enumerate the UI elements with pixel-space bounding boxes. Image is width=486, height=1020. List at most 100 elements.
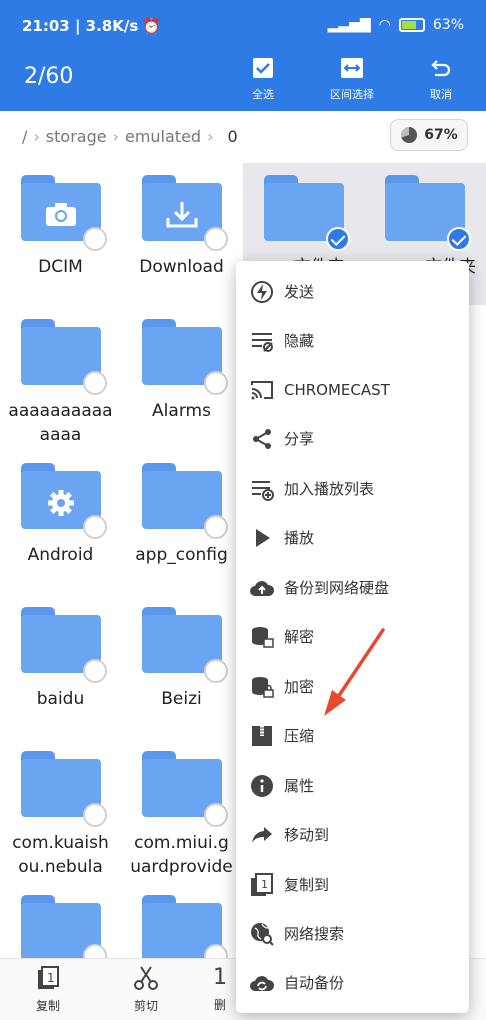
checkbox-icon (253, 58, 273, 78)
delete-button[interactable]: 1 删 (200, 965, 240, 1013)
menu-item-label: 播放 (284, 529, 315, 547)
menu-item-encrypt[interactable]: 加密 (236, 662, 469, 711)
folder-icon (20, 607, 107, 683)
select-checkbox[interactable] (203, 515, 228, 539)
menu-item-label: 备份到网络硬盘 (284, 579, 390, 597)
menu-item-label: CHROMECAST (284, 380, 390, 399)
cut-label: 剪切 (133, 999, 158, 1013)
folder-item[interactable]: Beizi (121, 595, 242, 739)
menu-item-move-to[interactable]: 移动到 (236, 810, 469, 859)
menu-item-send[interactable]: 发送 (236, 267, 469, 316)
copy-button[interactable]: 1 复制 (8, 965, 88, 1014)
select-checkbox[interactable] (82, 371, 107, 395)
select-checkbox[interactable] (203, 944, 228, 958)
folder-icon (263, 175, 350, 251)
menu-item-share[interactable]: 分享 (236, 414, 469, 463)
wifi-icon: ◠ (378, 17, 391, 33)
folder-item[interactable]: com.miui.g uardprovide (121, 739, 242, 883)
folder-icon (141, 607, 228, 683)
menu-item-add-playlist[interactable]: 加入播放列表 (236, 464, 469, 513)
select-all-button[interactable]: 全选 (223, 52, 303, 104)
status-right: ▂▃▅▇ ◠ 63% (328, 17, 464, 33)
cut-button[interactable]: 剪切 (106, 965, 186, 1014)
menu-item-decrypt[interactable]: 解密 (236, 612, 469, 661)
undo-icon (431, 60, 451, 77)
folder-name: baidu (36, 689, 85, 709)
menu-item-label: 压缩 (284, 727, 315, 745)
forward-arrow-icon (248, 821, 276, 849)
folder-item[interactable]: Download (121, 163, 242, 307)
folder-name: com.miui.g uardprovide (130, 833, 233, 877)
range-select-button[interactable]: 区间选择 (312, 52, 392, 104)
breadcrumb-item[interactable]: storage (46, 127, 107, 146)
folder-name: com.kuaish ou.nebula (12, 833, 109, 877)
folder-icon (141, 319, 228, 395)
svg-text:1: 1 (47, 971, 55, 985)
menu-item-play[interactable]: 播放 (236, 513, 469, 562)
copy-icon: 1 (248, 871, 276, 899)
menu-item-auto-backup[interactable]: 自动备份 (236, 958, 469, 1007)
menu-item-compress[interactable]: 压缩 (236, 711, 469, 760)
select-checkbox-checked[interactable] (446, 227, 471, 251)
breadcrumb: / › storage › emulated › 0 (22, 127, 238, 146)
folder-name: Android (27, 545, 94, 565)
folder-name: aaaaaaaaaa aaaa (8, 401, 113, 445)
folder-item[interactable]: app_config (121, 451, 242, 595)
cloud-sync-icon (248, 969, 276, 997)
folder-item[interactable] (0, 883, 121, 958)
delete-icon: 1 (213, 965, 227, 990)
select-checkbox[interactable] (82, 227, 107, 251)
menu-item-chromecast[interactable]: CHROMECAST (236, 365, 469, 414)
menu-item-label: 隐藏 (284, 332, 315, 350)
folder-item[interactable]: Android (0, 451, 121, 595)
menu-item-label: 加入播放列表 (284, 480, 375, 498)
storage-usage-badge[interactable]: 67% (390, 119, 468, 151)
folder-icon (20, 319, 107, 395)
breadcrumb-item[interactable]: emulated (125, 127, 201, 146)
range-select-icon (341, 58, 363, 78)
folder-name: Alarms (152, 401, 211, 421)
archive-icon (248, 722, 276, 750)
delete-label: 删 (213, 998, 226, 1012)
cancel-button[interactable]: 取消 (401, 52, 481, 104)
chevron-right-icon: › (112, 127, 119, 146)
signal-icon: ▂▃▅▇ (327, 17, 371, 33)
folder-icon (20, 175, 107, 251)
select-checkbox[interactable] (203, 227, 228, 251)
select-checkbox[interactable] (203, 371, 228, 395)
folder-item[interactable]: Alarms (121, 307, 242, 451)
range-select-label: 区间选择 (330, 88, 374, 101)
battery-icon (398, 18, 425, 32)
folder-name: Beizi (161, 689, 202, 709)
select-checkbox[interactable] (82, 659, 107, 683)
menu-item-cloud-backup[interactable]: 备份到网络硬盘 (236, 563, 469, 612)
menu-item-properties[interactable]: 属性 (236, 761, 469, 810)
select-checkbox[interactable] (203, 659, 228, 683)
folder-item[interactable]: aaaaaaaaaa aaaa (0, 307, 121, 451)
menu-item-hide[interactable]: 隐藏 (236, 316, 469, 365)
status-time-speed: 21:03 | 3.8K/s (22, 17, 139, 35)
folder-item[interactable]: DCIM (0, 163, 121, 307)
folder-item[interactable]: com.kuaish ou.nebula (0, 739, 121, 883)
status-bar: 21:03 | 3.8K/s ⏰ ▂▃▅▇ ◠ 63% (0, 0, 486, 52)
folder-name: DCIM (38, 257, 83, 277)
folder-icon (141, 895, 228, 958)
select-checkbox[interactable] (82, 515, 107, 539)
hide-icon (248, 327, 276, 355)
folder-item[interactable] (121, 883, 242, 958)
select-checkbox[interactable] (82, 803, 107, 827)
breadcrumb-current[interactable]: 0 (227, 127, 237, 146)
share-icon (248, 425, 276, 453)
folder-name: app_config (135, 545, 228, 565)
menu-item-web-search[interactable]: 网络搜索 (236, 909, 469, 958)
menu-item-copy-to[interactable]: 1 复制到 (236, 860, 469, 909)
menu-item-label: 移动到 (284, 826, 330, 844)
select-checkbox[interactable] (203, 803, 228, 827)
info-icon (248, 772, 276, 800)
menu-item-label: 解密 (284, 628, 315, 646)
select-checkbox[interactable] (82, 944, 107, 958)
folder-item[interactable]: baidu (0, 595, 121, 739)
select-checkbox-checked[interactable] (325, 227, 350, 251)
breadcrumb-root[interactable]: / (22, 127, 27, 146)
menu-item-label: 属性 (284, 777, 315, 795)
